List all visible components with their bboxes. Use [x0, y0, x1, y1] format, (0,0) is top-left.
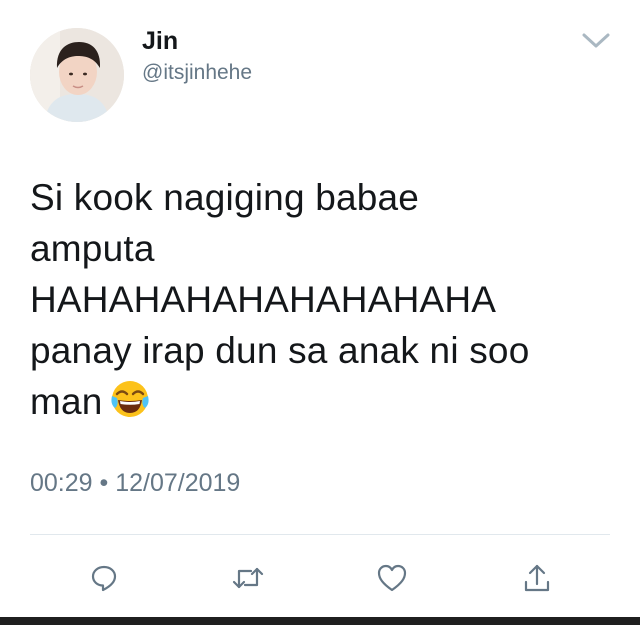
avatar[interactable]	[30, 28, 124, 122]
tears-of-joy-emoji-icon	[109, 378, 151, 420]
tweet-line-last: man	[30, 376, 620, 427]
user-handle[interactable]: @itsjinhehe	[142, 60, 252, 86]
tweet-line: amputa	[30, 228, 155, 269]
heart-icon[interactable]	[370, 556, 414, 600]
avatar-photo	[30, 28, 124, 122]
retweet-icon[interactable]	[226, 556, 270, 600]
tweet-card: Jin @itsjinhehe Si kook nagiging babae a…	[0, 0, 640, 625]
action-bar	[0, 556, 640, 600]
tweet-line: man	[30, 381, 103, 422]
display-name[interactable]: Jin	[142, 26, 178, 56]
tweet-line: Si kook nagiging babae	[30, 177, 420, 218]
share-icon[interactable]	[515, 556, 559, 600]
divider	[30, 534, 610, 535]
tweet-line: panay irap dun sa anak ni soo	[30, 330, 530, 371]
tweet-timestamp[interactable]: 00:29 • 12/07/2019	[30, 466, 240, 500]
chevron-down-icon[interactable]	[578, 28, 614, 52]
reply-icon[interactable]	[82, 556, 126, 600]
tweet-line: HAHAHAHAHAHAHAHAHA	[30, 279, 497, 320]
bottom-border	[0, 617, 640, 625]
tweet-text: Si kook nagiging babae amputa HAHAHAHAHA…	[30, 172, 620, 427]
